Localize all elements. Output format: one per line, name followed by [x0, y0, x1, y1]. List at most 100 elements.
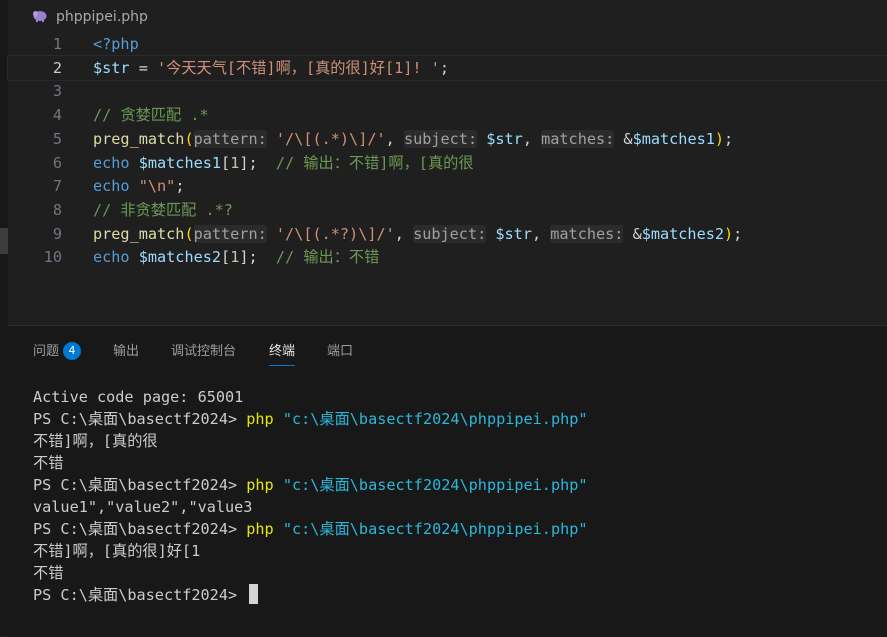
code-text[interactable]: preg_match(pattern: '/\[(.*)\]/', subjec…: [93, 127, 733, 151]
code-line[interactable]: 3: [8, 79, 887, 103]
terminal-text: 不错: [33, 454, 64, 472]
line-number: 2: [52, 58, 62, 77]
breadcrumb[interactable]: phppipei.php: [8, 0, 887, 32]
code-token: // 输出：不错: [275, 248, 380, 267]
line-number: 8: [52, 200, 62, 219]
bottom-panel: 问题 4 输出 调试控制台 终端 端口 Active code page: 65001 PS…: [8, 325, 887, 637]
code-text[interactable]: echo $matches1[1]; // 输出：不错]啊，[真的很: [93, 151, 474, 175]
code-token: &: [614, 129, 633, 148]
line-number: 5: [52, 129, 62, 148]
code-token: ,: [522, 129, 542, 148]
panel-tab[interactable]: 输出: [113, 340, 139, 362]
code-text[interactable]: $str = '今天天气[不错]啊，[真的很]好[1]! ';: [93, 56, 449, 80]
code-token: echo: [93, 177, 130, 196]
terminal-line: value1","value2","value3: [33, 496, 873, 518]
code-token: preg_match: [93, 224, 185, 243]
terminal[interactable]: Active code page: 65001 PS C:\桌面\basectf2…: [33, 386, 873, 606]
code-token: ,: [385, 129, 404, 148]
code-editor[interactable]: 1 <?php 2 $str = '今天天气[不错]啊，[真的很]好[1]! '; 3 4…: [7, 32, 887, 324]
code-token: (: [184, 224, 194, 243]
code-token: $str: [93, 58, 130, 77]
code-token: $matches1: [632, 129, 715, 148]
code-line[interactable]: 8 // 非贪婪匹配 .*?: [8, 198, 887, 222]
terminal-line: Active code page: 65001: [33, 386, 873, 408]
line-number: 7: [52, 177, 62, 196]
code-token: $matches2: [138, 248, 222, 267]
code-token: [: [221, 248, 231, 267]
code-token: =: [129, 58, 158, 77]
panel-tab-label: 调试控制台: [171, 344, 237, 359]
terminal-line: 不错]啊，[真的很: [33, 430, 873, 452]
panel-tab[interactable]: 终端: [269, 340, 296, 366]
terminal-text: 不错]啊，[真的很: [33, 432, 158, 450]
terminal-text: PS C:\桌面\basectf2024>: [33, 476, 247, 494]
code-token: ];: [239, 248, 276, 267]
line-number: 6: [52, 153, 62, 172]
code-token: ): [714, 129, 725, 148]
code-text[interactable]: echo "\n";: [93, 174, 184, 198]
code-token: &: [623, 224, 642, 243]
terminal-text: Active code page: 65001: [33, 388, 244, 406]
inlay-hint: subject:: [413, 224, 487, 243]
code-token: echo: [93, 248, 130, 267]
code-token: "\n": [138, 177, 176, 196]
terminal-text: PS C:\桌面\basectf2024>: [33, 410, 247, 428]
code-token: // 非贪婪匹配 .*?: [93, 200, 233, 219]
terminal-line: PS C:\桌面\basectf2024> php "c:\桌面\basectf…: [33, 474, 873, 496]
code-line[interactable]: 5 preg_match(pattern: '/\[(.*)\]/', subje…: [8, 127, 887, 151]
code-text[interactable]: <?php: [93, 32, 139, 56]
code-token: // 贪婪匹配 .*: [93, 106, 209, 125]
breadcrumb-filename[interactable]: phppipei.php: [56, 9, 148, 25]
code-text[interactable]: // 非贪婪匹配 .*?: [93, 198, 233, 222]
code-token: ;: [724, 129, 734, 148]
code-text[interactable]: echo $matches2[1]; // 输出：不错: [93, 245, 379, 269]
panel-tab-label: 输出: [113, 344, 140, 359]
inlay-hint: pattern:: [193, 224, 267, 243]
activity-strip: [0, 0, 8, 636]
terminal-text: 不错]啊，[真的很]好[1: [33, 542, 201, 560]
code-token: <?php: [93, 35, 139, 53]
panel-tab[interactable]: 问题 4: [33, 340, 82, 362]
code-line[interactable]: 1 <?php: [8, 32, 887, 56]
code-token: ): [724, 224, 734, 243]
code-token: [: [221, 153, 231, 172]
code-token: ;: [175, 177, 185, 196]
line-number: 9: [52, 224, 62, 243]
terminal-text: "c:\桌面\basectf2024\phppipei.php": [282, 476, 588, 494]
code-token: ,: [531, 224, 551, 243]
terminal-line: PS C:\桌面\basectf2024> php "c:\桌面\basectf…: [33, 518, 873, 540]
terminal-text: value1","value2","value3: [33, 498, 253, 516]
code-token: 1: [230, 248, 240, 267]
code-line[interactable]: 9 preg_match(pattern: '/\[(.*?)\]/', subj…: [8, 222, 887, 246]
code-token: $matches2: [641, 224, 725, 243]
terminal-line: PS C:\桌面\basectf2024> php "c:\桌面\basectf…: [33, 408, 873, 430]
code-text[interactable]: preg_match(pattern: '/\[(.*?)\]/', subje…: [93, 222, 742, 246]
inlay-hint: matches:: [550, 224, 624, 243]
line-number: 10: [43, 248, 62, 267]
code-line[interactable]: 6 echo $matches1[1]; // 输出：不错]啊，[真的很: [8, 151, 887, 175]
inlay-hint: subject:: [403, 129, 478, 148]
code-text[interactable]: // 贪婪匹配 .*: [93, 103, 209, 127]
code-token: 1: [230, 153, 240, 172]
line-number: 1: [52, 35, 62, 53]
panel-tab[interactable]: 端口: [327, 340, 353, 362]
code-line[interactable]: 4 // 贪婪匹配 .*: [8, 103, 887, 127]
panel-tab-label: 问题: [33, 344, 60, 359]
panel-tab[interactable]: 调试控制台: [171, 340, 236, 362]
code-line[interactable]: 10 echo $matches2[1]; // 输出：不错: [8, 245, 887, 269]
terminal-text: php: [246, 476, 274, 494]
code-token: ];: [239, 153, 276, 172]
php-elephant-icon: [32, 9, 48, 27]
code-line[interactable]: 2 $str = '今天天气[不错]啊，[真的很]好[1]! ';: [7, 54, 887, 81]
code-line[interactable]: 7 echo "\n";: [8, 174, 887, 198]
terminal-text: PS C:\桌面\basectf2024>: [33, 520, 247, 538]
code-token: $str: [486, 129, 523, 148]
